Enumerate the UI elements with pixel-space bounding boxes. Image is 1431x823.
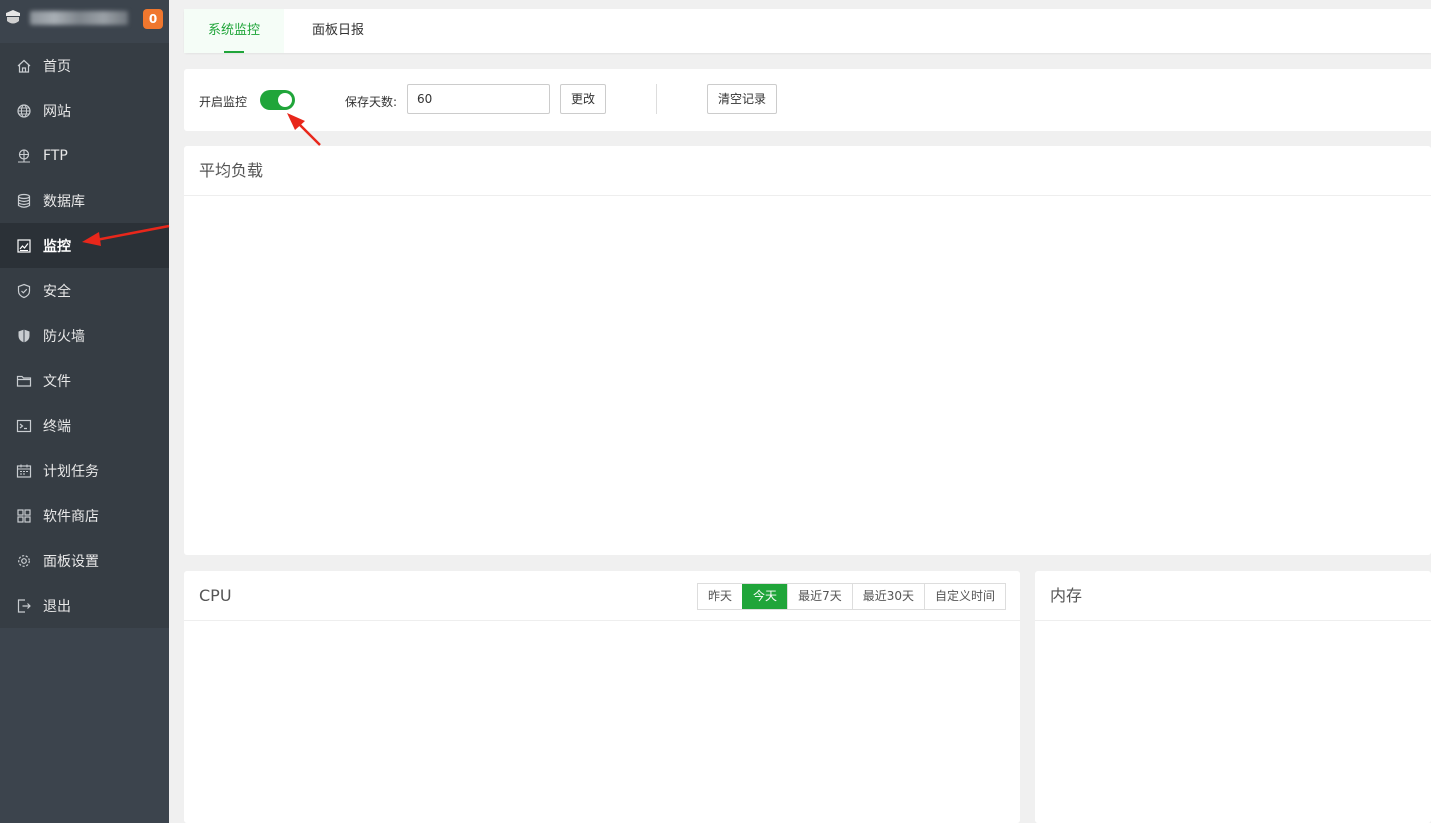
shield-check-icon xyxy=(16,283,32,299)
sidebar-item-label: 退出 xyxy=(43,598,71,615)
range-last-7-days[interactable]: 最近7天 xyxy=(787,584,852,609)
calendar-icon xyxy=(16,463,32,479)
sidebar-item-ftp[interactable]: FTP xyxy=(0,133,169,178)
range-today[interactable]: 今天 xyxy=(742,584,788,609)
sidebar-item-label: 监控 xyxy=(43,238,71,255)
database-icon xyxy=(16,193,32,209)
sidebar-item-logout[interactable]: 退出 xyxy=(0,583,169,628)
tab-panel-daily-report[interactable]: 面板日报 xyxy=(292,9,384,53)
sidebar-item-terminal[interactable]: 终端 xyxy=(0,403,169,448)
sidebar-nav: 首页 网站 FTP 数据库 监控 安全 防火墙 文件 终端 计划任务 软件商店 … xyxy=(0,43,169,628)
sidebar-item-database[interactable]: 数据库 xyxy=(0,178,169,223)
logout-icon xyxy=(16,598,32,614)
sidebar-item-store[interactable]: 软件商店 xyxy=(0,493,169,538)
cpu-panel: CPU 昨天 今天 最近7天 最近30天 自定义时间 xyxy=(184,571,1020,823)
tab-system-monitor[interactable]: 系统监控 xyxy=(184,9,284,53)
sidebar-item-label: 软件商店 xyxy=(43,508,99,525)
logo-icon xyxy=(6,10,20,24)
sidebar-item-label: FTP xyxy=(43,147,68,164)
memory-panel: 内存 xyxy=(1035,571,1431,823)
sidebar-item-files[interactable]: 文件 xyxy=(0,358,169,403)
load-average-title: 平均负载 xyxy=(184,146,1431,196)
sidebar-item-settings[interactable]: 面板设置 xyxy=(0,538,169,583)
monitor-icon xyxy=(16,238,32,254)
tab-bar: 系统监控 面板日报 xyxy=(184,9,1431,53)
server-name-blurred xyxy=(30,11,128,25)
sidebar: 0 首页 网站 FTP 数据库 监控 安全 防火墙 文件 终端 计划任务 软件商… xyxy=(0,0,169,823)
terminal-icon xyxy=(16,418,32,434)
notification-badge[interactable]: 0 xyxy=(143,9,163,29)
sidebar-item-label: 防火墙 xyxy=(43,328,85,345)
range-custom[interactable]: 自定义时间 xyxy=(923,584,1005,609)
divider xyxy=(656,84,657,114)
save-days-input[interactable] xyxy=(407,84,550,114)
globe-icon xyxy=(16,103,32,119)
save-days-label: 保存天数: xyxy=(345,95,398,109)
sidebar-item-label: 安全 xyxy=(43,283,71,300)
range-yesterday[interactable]: 昨天 xyxy=(698,584,743,609)
firewall-shield-icon xyxy=(16,328,32,344)
sidebar-item-label: 数据库 xyxy=(43,193,85,210)
sidebar-item-monitor[interactable]: 监控 xyxy=(0,223,169,268)
range-last-30-days[interactable]: 最近30天 xyxy=(851,584,924,609)
sidebar-item-security[interactable]: 安全 xyxy=(0,268,169,313)
folder-icon xyxy=(16,373,32,389)
home-icon xyxy=(16,58,32,74)
enable-monitor-toggle[interactable] xyxy=(260,90,295,110)
sidebar-item-cron[interactable]: 计划任务 xyxy=(0,448,169,493)
clear-records-button[interactable]: 清空记录 xyxy=(707,84,777,114)
gear-icon xyxy=(16,553,32,569)
sidebar-item-label: 首页 xyxy=(43,58,71,75)
enable-monitor-label: 开启监控 xyxy=(199,95,248,109)
change-button[interactable]: 更改 xyxy=(560,84,606,114)
memory-title: 内存 xyxy=(1035,571,1431,621)
time-range-selector: 昨天 今天 最近7天 最近30天 自定义时间 xyxy=(697,583,1006,610)
sidebar-item-label: 终端 xyxy=(43,418,71,435)
load-average-panel: 平均负载 xyxy=(184,146,1431,555)
sidebar-item-website[interactable]: 网站 xyxy=(0,88,169,133)
sidebar-item-label: 计划任务 xyxy=(43,463,99,480)
sidebar-header: 0 xyxy=(0,0,169,40)
sidebar-item-label: 文件 xyxy=(43,373,71,390)
sidebar-item-home[interactable]: 首页 xyxy=(0,43,169,88)
sidebar-item-label: 网站 xyxy=(43,103,71,120)
monitor-controls: 开启监控 保存天数: 更改 清空记录 xyxy=(184,69,1431,131)
sidebar-item-firewall[interactable]: 防火墙 xyxy=(0,313,169,358)
ftp-icon xyxy=(16,148,32,164)
sidebar-item-label: 面板设置 xyxy=(43,553,99,570)
apps-grid-icon xyxy=(16,508,32,524)
